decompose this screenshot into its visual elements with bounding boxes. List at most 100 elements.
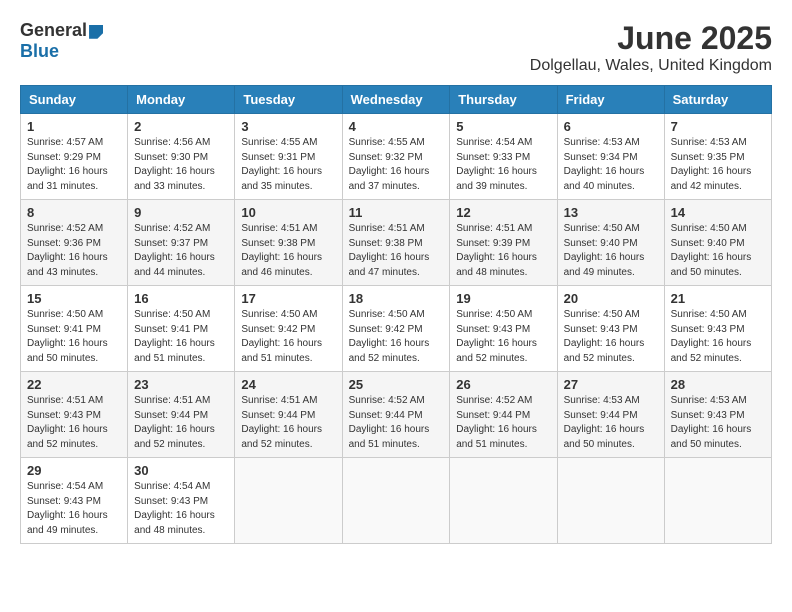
column-header-monday: Monday <box>128 86 235 114</box>
day-info: Sunrise: 4:53 AMSunset: 9:34 PMDaylight:… <box>564 136 658 194</box>
day-info: Sunrise: 4:51 AMSunset: 9:44 PMDaylight:… <box>134 394 228 452</box>
day-info: Sunrise: 4:50 AMSunset: 9:41 PMDaylight:… <box>134 308 228 366</box>
day-number: 23 <box>134 377 228 392</box>
calendar-cell: 20Sunrise: 4:50 AMSunset: 9:43 PMDayligh… <box>557 286 664 372</box>
calendar-cell: 19Sunrise: 4:50 AMSunset: 9:43 PMDayligh… <box>450 286 557 372</box>
day-number: 6 <box>564 119 658 134</box>
day-number: 4 <box>349 119 444 134</box>
calendar-table: SundayMondayTuesdayWednesdayThursdayFrid… <box>20 85 772 544</box>
day-info: Sunrise: 4:52 AMSunset: 9:44 PMDaylight:… <box>349 394 444 452</box>
day-info: Sunrise: 4:52 AMSunset: 9:44 PMDaylight:… <box>456 394 550 452</box>
calendar-cell: 3 Sunrise: 4:55 AMSunset: 9:31 PMDaylight… <box>235 114 342 200</box>
calendar-cell: 21 Sunrise: 4:50 AMSunset: 9:43 PMDayligh… <box>664 286 771 372</box>
day-number: 2 <box>134 119 228 134</box>
day-info: Sunrise: 4:51 AMSunset: 9:39 PMDaylight:… <box>456 222 550 280</box>
day-number: 17 <box>241 291 335 306</box>
calendar-week-3: 15Sunrise: 4:50 AMSunset: 9:41 PMDayligh… <box>21 286 772 372</box>
day-info: Sunrise: 4:56 AMSunset: 9:30 PMDaylight:… <box>134 136 228 194</box>
day-number: 14 <box>671 205 765 220</box>
calendar-cell: 7 Sunrise: 4:53 AMSunset: 9:35 PMDaylight… <box>664 114 771 200</box>
day-number: 8 <box>27 205 121 220</box>
day-number: 29 <box>27 463 121 478</box>
logo: General Blue <box>20 20 103 62</box>
calendar-cell: 2 Sunrise: 4:56 AMSunset: 9:30 PMDaylight… <box>128 114 235 200</box>
day-info: Sunrise: 4:51 AMSunset: 9:38 PMDaylight:… <box>241 222 335 280</box>
calendar-cell: 27 Sunrise: 4:53 AMSunset: 9:44 PMDayligh… <box>557 372 664 458</box>
day-number: 7 <box>671 119 765 134</box>
calendar-cell: 24Sunrise: 4:51 AMSunset: 9:44 PMDayligh… <box>235 372 342 458</box>
column-header-sunday: Sunday <box>21 86 128 114</box>
day-info: Sunrise: 4:53 AMSunset: 9:44 PMDaylight:… <box>564 394 658 452</box>
calendar-cell: 26Sunrise: 4:52 AMSunset: 9:44 PMDayligh… <box>450 372 557 458</box>
day-number: 10 <box>241 205 335 220</box>
day-info: Sunrise: 4:57 AMSunset: 9:29 PMDaylight:… <box>27 136 121 194</box>
day-number: 16 <box>134 291 228 306</box>
day-number: 28 <box>671 377 765 392</box>
calendar-cell: 8Sunrise: 4:52 AMSunset: 9:36 PMDaylight… <box>21 200 128 286</box>
day-number: 18 <box>349 291 444 306</box>
day-info: Sunrise: 4:54 AMSunset: 9:43 PMDaylight:… <box>134 480 228 538</box>
day-number: 13 <box>564 205 658 220</box>
calendar-cell: 9 Sunrise: 4:52 AMSunset: 9:37 PMDaylight… <box>128 200 235 286</box>
day-number: 12 <box>456 205 550 220</box>
column-header-saturday: Saturday <box>664 86 771 114</box>
calendar-cell: 29 Sunrise: 4:54 AMSunset: 9:43 PMDayligh… <box>21 458 128 544</box>
day-number: 25 <box>349 377 444 392</box>
calendar-cell <box>450 458 557 544</box>
day-info: Sunrise: 4:55 AMSunset: 9:32 PMDaylight:… <box>349 136 444 194</box>
calendar-cell: 1Sunrise: 4:57 AMSunset: 9:29 PMDaylight… <box>21 114 128 200</box>
day-info: Sunrise: 4:53 AMSunset: 9:43 PMDaylight:… <box>671 394 765 452</box>
day-info: Sunrise: 4:50 AMSunset: 9:41 PMDaylight:… <box>27 308 121 366</box>
day-info: Sunrise: 4:54 AMSunset: 9:43 PMDaylight:… <box>27 480 121 538</box>
column-header-wednesday: Wednesday <box>342 86 450 114</box>
calendar-cell: 13 Sunrise: 4:50 AMSunset: 9:40 PMDayligh… <box>557 200 664 286</box>
calendar-cell: 23 Sunrise: 4:51 AMSunset: 9:44 PMDayligh… <box>128 372 235 458</box>
title-area: June 2025 Dolgellau, Wales, United Kingd… <box>530 20 772 75</box>
day-info: Sunrise: 4:51 AMSunset: 9:43 PMDaylight:… <box>27 394 121 452</box>
day-number: 19 <box>456 291 550 306</box>
logo-blue-text: Blue <box>20 41 59 62</box>
column-header-tuesday: Tuesday <box>235 86 342 114</box>
day-info: Sunrise: 4:51 AMSunset: 9:44 PMDaylight:… <box>241 394 335 452</box>
calendar-cell: 18 Sunrise: 4:50 AMSunset: 9:42 PMDayligh… <box>342 286 450 372</box>
day-info: Sunrise: 4:52 AMSunset: 9:37 PMDaylight:… <box>134 222 228 280</box>
column-header-thursday: Thursday <box>450 86 557 114</box>
column-header-friday: Friday <box>557 86 664 114</box>
calendar-cell: 14Sunrise: 4:50 AMSunset: 9:40 PMDayligh… <box>664 200 771 286</box>
day-number: 27 <box>564 377 658 392</box>
day-info: Sunrise: 4:51 AMSunset: 9:38 PMDaylight:… <box>349 222 444 280</box>
day-info: Sunrise: 4:50 AMSunset: 9:42 PMDaylight:… <box>241 308 335 366</box>
calendar-cell: 15Sunrise: 4:50 AMSunset: 9:41 PMDayligh… <box>21 286 128 372</box>
calendar-header-row: SundayMondayTuesdayWednesdayThursdayFrid… <box>21 86 772 114</box>
calendar-week-4: 22 Sunrise: 4:51 AMSunset: 9:43 PMDayligh… <box>21 372 772 458</box>
day-info: Sunrise: 4:50 AMSunset: 9:40 PMDaylight:… <box>564 222 658 280</box>
day-info: Sunrise: 4:55 AMSunset: 9:31 PMDaylight:… <box>241 136 335 194</box>
location-title: Dolgellau, Wales, United Kingdom <box>530 57 772 75</box>
calendar-week-1: 1Sunrise: 4:57 AMSunset: 9:29 PMDaylight… <box>21 114 772 200</box>
day-number: 20 <box>564 291 658 306</box>
calendar-cell: 10 Sunrise: 4:51 AMSunset: 9:38 PMDayligh… <box>235 200 342 286</box>
calendar-cell <box>557 458 664 544</box>
calendar-cell <box>235 458 342 544</box>
calendar-cell: 25 Sunrise: 4:52 AMSunset: 9:44 PMDayligh… <box>342 372 450 458</box>
day-number: 5 <box>456 119 550 134</box>
day-number: 22 <box>27 377 121 392</box>
day-info: Sunrise: 4:50 AMSunset: 9:42 PMDaylight:… <box>349 308 444 366</box>
page-header: General Blue June 2025 Dolgellau, Wales,… <box>20 20 772 75</box>
day-info: Sunrise: 4:50 AMSunset: 9:43 PMDaylight:… <box>671 308 765 366</box>
logo-icon <box>89 25 103 39</box>
calendar-week-2: 8Sunrise: 4:52 AMSunset: 9:36 PMDaylight… <box>21 200 772 286</box>
day-number: 9 <box>134 205 228 220</box>
calendar-cell: 5 Sunrise: 4:54 AMSunset: 9:33 PMDaylight… <box>450 114 557 200</box>
calendar-cell: 22 Sunrise: 4:51 AMSunset: 9:43 PMDayligh… <box>21 372 128 458</box>
day-info: Sunrise: 4:53 AMSunset: 9:35 PMDaylight:… <box>671 136 765 194</box>
logo-general-text: General <box>20 20 87 40</box>
calendar-cell: 6 Sunrise: 4:53 AMSunset: 9:34 PMDaylight… <box>557 114 664 200</box>
day-number: 3 <box>241 119 335 134</box>
calendar-cell: 17 Sunrise: 4:50 AMSunset: 9:42 PMDayligh… <box>235 286 342 372</box>
day-number: 21 <box>671 291 765 306</box>
day-number: 11 <box>349 205 444 220</box>
day-info: Sunrise: 4:54 AMSunset: 9:33 PMDaylight:… <box>456 136 550 194</box>
calendar-cell: 4 Sunrise: 4:55 AMSunset: 9:32 PMDaylight… <box>342 114 450 200</box>
day-number: 30 <box>134 463 228 478</box>
